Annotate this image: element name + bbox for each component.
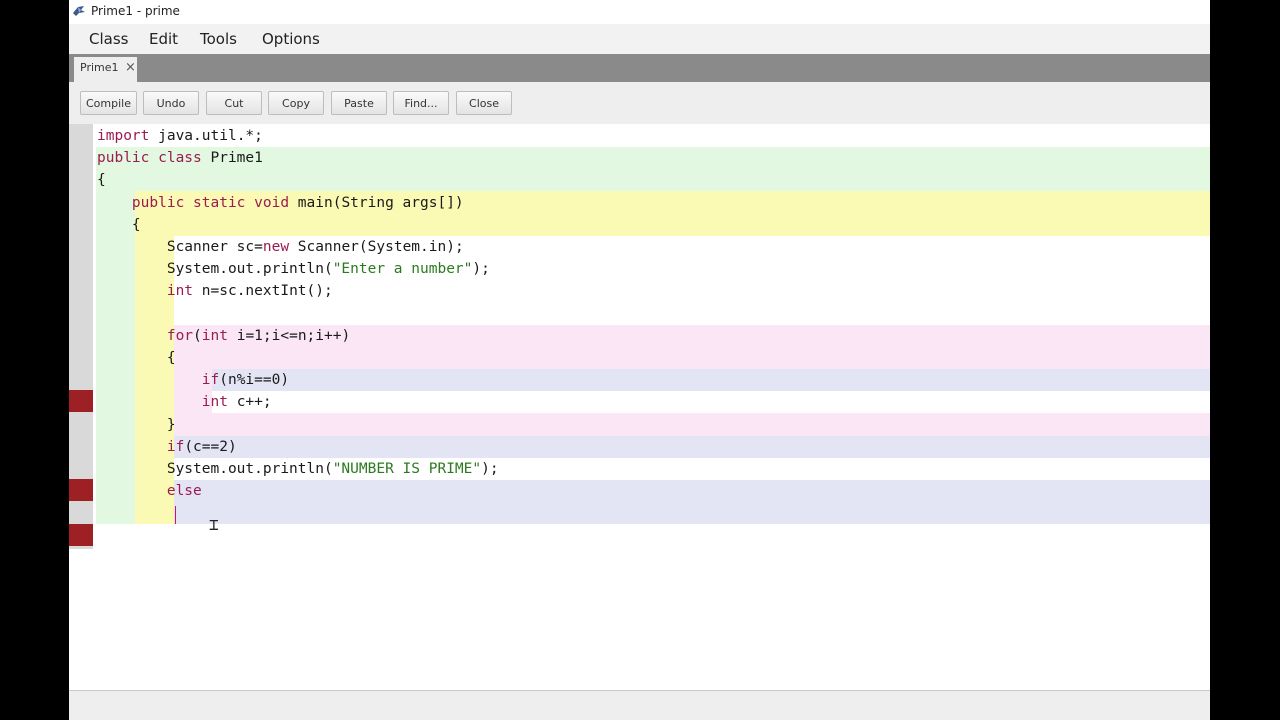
code-keyword: public class — [97, 150, 202, 167]
compile-button[interactable]: Compile — [80, 91, 137, 115]
code-text: (n%i==0) — [219, 372, 290, 389]
menu-bar: Class Edit Tools Options — [69, 24, 1210, 54]
code-text: Scanner sc= — [97, 239, 263, 255]
window-title: Prime1 - prime — [91, 4, 180, 18]
menu-tools[interactable]: Tools — [200, 30, 237, 48]
title-bar: Prime1 - prime — [69, 0, 1210, 24]
code-line[interactable]: { — [97, 347, 176, 369]
code-text: i=1;i<=n;i++) — [227, 327, 351, 344]
code-keyword: else — [166, 483, 202, 500]
code-keyword: int — [201, 327, 228, 344]
code-text: Scanner(System.in); — [289, 239, 464, 255]
code-line[interactable]: { — [97, 214, 141, 236]
code-line[interactable]: import java.util.*; — [97, 125, 263, 147]
code-line[interactable]: if(c==2) — [97, 436, 237, 458]
bluej-editor-window: Prime1 - prime Class Edit Tools Options … — [69, 0, 1210, 720]
code-keyword: new — [262, 239, 290, 255]
menu-class[interactable]: Class — [89, 30, 128, 48]
code-text: ( — [193, 327, 202, 344]
menu-options[interactable]: Options — [262, 30, 320, 48]
code-line[interactable]: int n=sc.nextInt(); — [97, 280, 333, 302]
if-c-scope — [174, 436, 1210, 458]
close-icon[interactable]: × — [125, 60, 136, 75]
code-line[interactable]: public class Prime1 — [97, 147, 263, 169]
code-line[interactable]: System.out.println("NUMBER IS PRIME"); — [97, 458, 499, 480]
code-keyword: if — [201, 372, 220, 389]
code-line[interactable]: { — [97, 169, 106, 191]
ibeam-cursor-icon: ⌶ — [209, 515, 219, 534]
code-text: } — [97, 416, 176, 433]
code-keyword: int — [201, 394, 228, 411]
if-scope — [212, 369, 1210, 391]
code-keyword: if — [166, 438, 185, 455]
code-line[interactable]: int c++; — [97, 391, 272, 413]
code-line[interactable]: System.out.println("Enter a number"); — [97, 258, 490, 280]
code-text: ); — [472, 261, 490, 278]
copy-button[interactable]: Copy — [268, 91, 324, 115]
code-line[interactable]: else — [97, 480, 202, 502]
code-text: (c==2) — [184, 438, 237, 455]
code-text: Prime1 — [201, 150, 263, 167]
error-marker[interactable] — [69, 390, 93, 413]
cut-button[interactable]: Cut — [206, 91, 262, 115]
code-string: "Enter a number" — [332, 261, 473, 278]
code-line[interactable]: if(n%i==0) — [97, 369, 289, 391]
code-text: { — [97, 172, 106, 189]
status-bar — [69, 690, 1210, 720]
code-line[interactable]: for(int i=1;i<=n;i++) — [97, 325, 350, 347]
close-button[interactable]: Close — [456, 91, 512, 115]
code-text: System.out.println( — [97, 261, 333, 278]
paste-button[interactable]: Paste — [331, 91, 387, 115]
tab-prime1[interactable]: Prime1 × — [74, 57, 137, 82]
code-string: "NUMBER IS PRIME" — [332, 461, 482, 477]
tab-strip: Prime1 × — [69, 54, 1210, 82]
code-editor[interactable]: import java.util.*; public class Prime1{ … — [69, 124, 1210, 690]
code-line[interactable]: } — [97, 414, 176, 436]
code-text: n=sc.nextInt(); — [193, 283, 333, 300]
code-text: main(String args[]) — [289, 194, 464, 211]
code-keyword: import — [97, 128, 150, 144]
error-marker[interactable] — [69, 479, 93, 502]
bluej-bird-icon — [73, 6, 85, 16]
code-keyword: public static void — [131, 194, 290, 211]
code-text: { — [97, 350, 176, 366]
toolbar: Compile Undo Cut Copy Paste Find... Clos… — [69, 82, 1210, 125]
tab-label: Prime1 — [80, 61, 119, 74]
code-keyword: for — [166, 327, 194, 344]
menu-edit[interactable]: Edit — [149, 30, 178, 48]
code-line[interactable]: Scanner sc=new Scanner(System.in); — [97, 236, 464, 258]
code-text: System.out.println( — [97, 461, 333, 477]
code-text: java.util.*; — [149, 128, 263, 144]
code-line[interactable]: public static void main(String args[]) — [97, 192, 464, 214]
code-text: c++; — [227, 394, 272, 411]
code-text: { — [97, 216, 141, 233]
code-text: ); — [481, 461, 499, 477]
find-button[interactable]: Find... — [393, 91, 449, 115]
error-marker[interactable] — [69, 523, 93, 546]
text-cursor — [175, 506, 176, 524]
else-scope — [174, 480, 1210, 524]
code-keyword: int — [166, 283, 194, 300]
undo-button[interactable]: Undo — [143, 91, 199, 115]
